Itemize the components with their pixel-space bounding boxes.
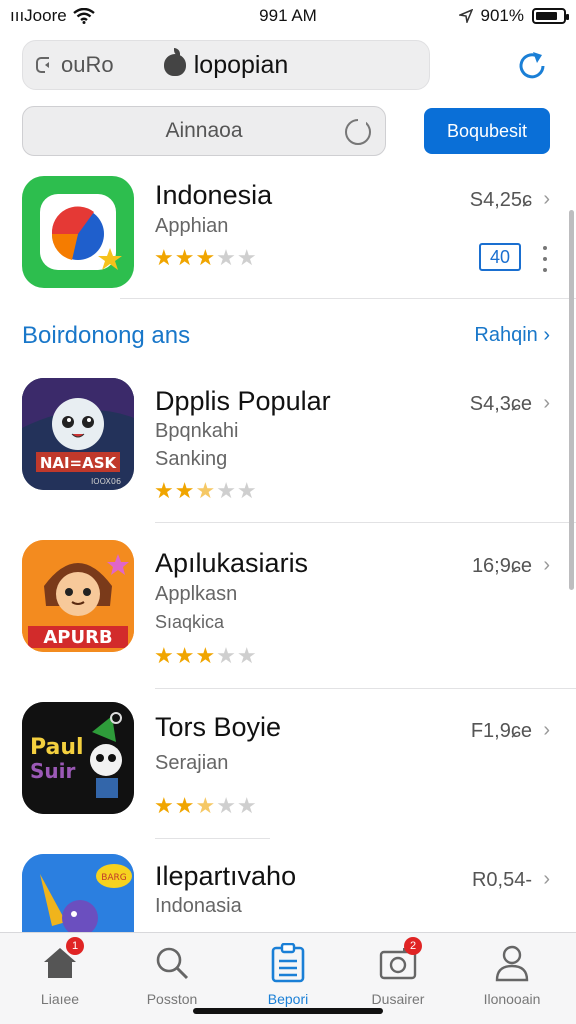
party-hat-icon: BARG bbox=[22, 854, 134, 932]
tab-home[interactable]: 1 Liaıee bbox=[10, 937, 110, 1013]
search-input[interactable]: Ainnaoa bbox=[22, 106, 386, 156]
app-price: 16;9ɕe bbox=[471, 555, 532, 577]
address-bar[interactable]: ouRo lopopian bbox=[22, 40, 430, 90]
svg-text:Paul: Paul bbox=[30, 735, 84, 760]
chevron-right-icon: › bbox=[543, 868, 550, 890]
svg-text:NAI=ASK: NAI=ASK bbox=[40, 454, 118, 472]
app-price: F1,9ɕe bbox=[470, 720, 532, 742]
tab-label: Ilonooain bbox=[483, 991, 541, 1007]
apurb-icon-character: APURB bbox=[22, 540, 134, 652]
status-bar: ıııJoore 991 AM 901% bbox=[0, 0, 576, 32]
clock: 991 AM bbox=[259, 6, 317, 25]
search-placeholder: Ainnaoa bbox=[165, 119, 243, 142]
app-subtitle-secondary: Sıaqkica bbox=[155, 612, 225, 632]
row-divider bbox=[155, 838, 270, 839]
svg-text:IOOX06: IOOX06 bbox=[91, 477, 121, 486]
app-subtitle: Serajian bbox=[155, 752, 229, 774]
refresh-icon bbox=[519, 52, 545, 79]
app-subtitle-secondary: Sanking bbox=[155, 448, 228, 470]
section-see-all-link[interactable]: Rahqin › bbox=[474, 324, 550, 347]
chevron-right-icon: › bbox=[543, 392, 550, 414]
chevron-right-icon: › bbox=[543, 188, 550, 210]
tab-label: Dusairer bbox=[371, 991, 425, 1007]
app-subtitle: Apphian bbox=[155, 215, 229, 237]
tab-camera[interactable]: 2 Dusairer bbox=[348, 937, 448, 1013]
request-button[interactable]: Boqubesit bbox=[424, 108, 550, 154]
back-label: ouRo bbox=[61, 52, 114, 77]
notification-badge: 2 bbox=[404, 937, 422, 955]
app-name: Tors Boyie bbox=[155, 712, 282, 742]
app-price: S4,3ɕe bbox=[469, 393, 532, 415]
svg-text:BARG: BARG bbox=[101, 873, 127, 883]
svg-text:APURB: APURB bbox=[43, 627, 112, 648]
notification-badge: 1 bbox=[66, 937, 84, 955]
star-rating: ★★★★★ bbox=[154, 245, 258, 270]
row-divider bbox=[155, 522, 576, 523]
chevron-right-icon: › bbox=[543, 719, 550, 741]
tab-label: Bepori bbox=[267, 991, 309, 1007]
app-subtitle: Bpqnkahi bbox=[155, 420, 239, 442]
section-title: Boirdonong ans bbox=[22, 322, 191, 349]
person-icon bbox=[495, 945, 529, 982]
game-icon-character: NAI=ASK IOOX06 bbox=[22, 378, 134, 490]
row-divider bbox=[120, 298, 576, 299]
star-rating: ★★★★★ bbox=[154, 643, 258, 668]
tab-profile[interactable]: Ilonooain bbox=[462, 941, 562, 1013]
row-divider bbox=[155, 688, 576, 689]
app-subtitle: Indonasia bbox=[155, 895, 242, 917]
app-name: Dpplis Popular bbox=[155, 386, 331, 416]
star-rating: ★★★★★ bbox=[154, 793, 258, 818]
chevron-right-icon: › bbox=[543, 554, 550, 576]
back-arrow-icon bbox=[36, 57, 49, 73]
app-name: Ilepartıvaho bbox=[155, 861, 297, 891]
tab-label: Posston bbox=[146, 991, 198, 1007]
chrome-like-app-icon bbox=[22, 176, 134, 288]
clipboard-icon bbox=[271, 943, 305, 983]
more-options-icon[interactable] bbox=[540, 246, 550, 272]
battery-icon bbox=[532, 8, 569, 24]
tab-search[interactable]: Posston bbox=[122, 941, 222, 1013]
back-button[interactable]: ouRo bbox=[35, 52, 114, 78]
age-rating-badge: 40 bbox=[479, 243, 521, 271]
app-price: R0,54- bbox=[471, 869, 532, 891]
app-name: Indonesia bbox=[155, 180, 273, 210]
search-icon bbox=[156, 947, 189, 980]
star-rating: ★★★★★ bbox=[154, 478, 258, 503]
svg-text:Suir: Suir bbox=[30, 759, 75, 783]
paul-skull-icon: Paul Suir bbox=[22, 702, 134, 814]
home-indicator[interactable] bbox=[193, 1008, 383, 1014]
app-name: Apılukasiaris bbox=[155, 548, 309, 578]
loading-spinner-icon bbox=[345, 118, 371, 145]
tab-label: Liaıee bbox=[40, 991, 80, 1007]
tab-report[interactable]: Bepori bbox=[238, 941, 338, 1013]
app-price: S4,25ɕ bbox=[469, 189, 532, 211]
scrollbar[interactable] bbox=[569, 210, 574, 590]
section-link-label: Rahqin bbox=[474, 324, 538, 346]
page-title: lopopian bbox=[193, 50, 289, 79]
chevron-right-icon: › bbox=[537, 324, 550, 346]
app-subtitle: Applkasn bbox=[155, 583, 238, 605]
refresh-button[interactable] bbox=[510, 44, 554, 88]
apple-icon bbox=[163, 48, 186, 76]
